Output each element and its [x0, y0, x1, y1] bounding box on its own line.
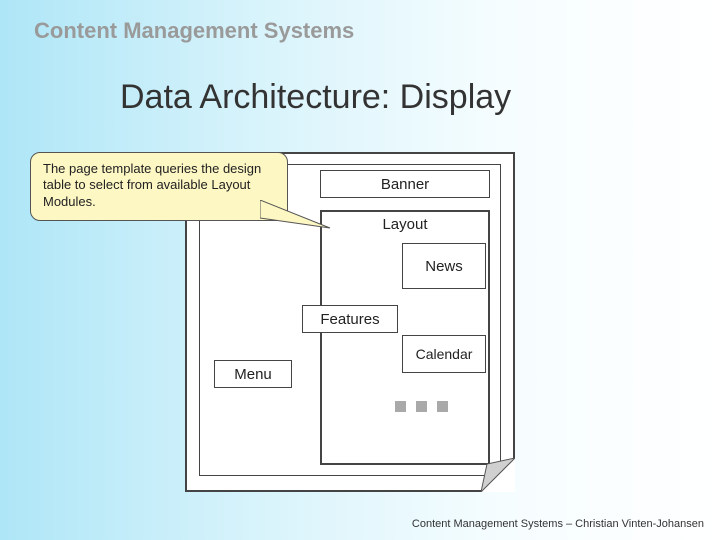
dot-icon	[416, 401, 427, 412]
dot-icon	[395, 401, 406, 412]
ellipsis-dots	[395, 401, 448, 412]
layout-label: Layout	[322, 216, 488, 233]
callout-note: The page template queries the design tab…	[30, 152, 288, 221]
slide-title: Data Architecture: Display	[120, 78, 511, 117]
block-features: Features	[302, 305, 398, 333]
block-calendar: Calendar	[402, 335, 486, 373]
footer-text: Content Management Systems – Christian V…	[412, 518, 704, 530]
block-news: News	[402, 243, 486, 289]
block-menu: Menu	[214, 360, 292, 388]
dot-icon	[437, 401, 448, 412]
block-banner: Banner	[320, 170, 490, 198]
header-title: Content Management Systems	[34, 18, 354, 44]
callout-text: The page template queries the design tab…	[43, 161, 261, 209]
dogear-icon	[481, 458, 515, 492]
